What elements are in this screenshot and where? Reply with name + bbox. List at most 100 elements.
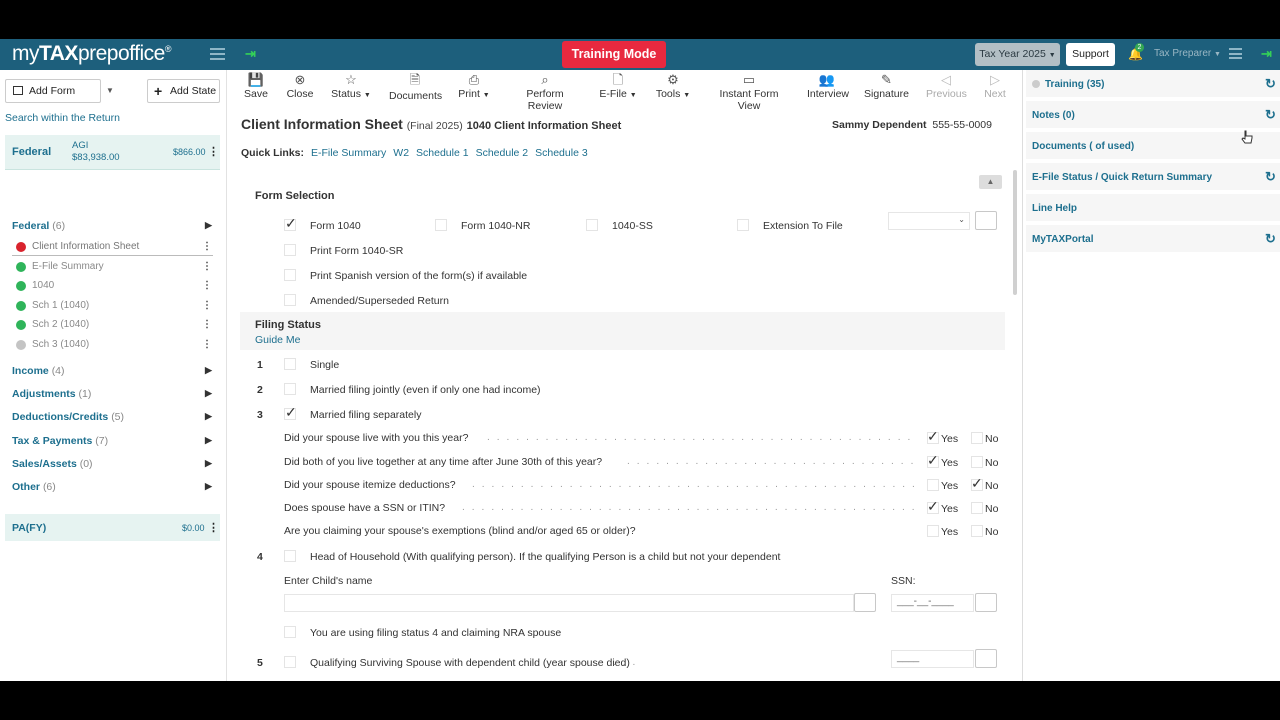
mfj-checkbox[interactable] [284,383,296,395]
pin-icon[interactable]: ⇥ [245,46,256,62]
instant-form-view-button[interactable]: ▭ Instant Form View [709,70,789,112]
q3-yes-checkbox[interactable] [927,479,939,491]
client-identity: Sammy Dependent 555-55-0009 [832,119,992,131]
quick-link-efile-summary[interactable]: E-File Summary [311,147,386,159]
section-tax-payments[interactable]: Tax & Payments (7) ▶ [12,435,212,447]
print-button[interactable]: ⎙ Print ▼ [457,70,491,108]
q1-no-checkbox[interactable] [971,432,983,444]
year-lookup-button[interactable] [975,649,997,668]
notes-panel[interactable]: Notes (0) ↻ [1026,101,1280,130]
gear-icon: ⚙ [667,72,679,87]
print-1040sr-checkbox[interactable] [284,244,296,256]
guide-me-link[interactable]: Guide Me [255,334,301,346]
child-name-input[interactable] [284,594,854,612]
tree-item-efile-summary[interactable]: E-File Summary ⋮ [12,258,213,276]
training-mode-badge[interactable]: Training Mode [562,41,666,68]
form-1040ss-checkbox[interactable] [586,219,598,231]
extension-select[interactable]: ⌄ [888,212,970,230]
signature-button[interactable]: ✎ Signature [864,70,909,108]
spouse-died-year-input[interactable]: ____ [891,650,974,668]
extension-lookup-button[interactable] [975,211,997,230]
pin-right-icon[interactable]: ⇥ [1261,46,1272,62]
mytaxportal-panel[interactable]: MyTAXPortal ↻ [1026,225,1280,254]
section-other[interactable]: Other (6) ▶ [12,481,212,493]
kebab-menu-icon[interactable]: ⋮ [202,297,212,315]
tree-item-client-info[interactable]: Client Information Sheet ⋮ [12,238,213,256]
monitor-icon: ▭ [742,72,756,87]
support-button[interactable]: Support [1066,43,1115,66]
kebab-menu-icon[interactable]: ⋮ [202,316,212,334]
section-income[interactable]: Income (4) ▶ [12,365,212,377]
tree-item-sch1[interactable]: Sch 1 (1040) ⋮ [12,297,213,315]
federal-summary[interactable]: Federal AGI $83,938.00 $866.00 ⋮ [5,135,220,170]
section-adjustments[interactable]: Adjustments (1) ▶ [12,388,212,400]
mouse-cursor-icon [1241,130,1253,144]
section-sales-assets[interactable]: Sales/Assets (0) ▶ [12,458,212,470]
tax-year-dropdown[interactable]: Tax Year 2025 ▼ [975,43,1060,66]
error-status-icon [16,242,26,252]
section-federal[interactable]: Federal (6) ▶ [12,220,212,232]
refresh-icon[interactable]: ↻ [1265,169,1276,185]
form-1040nr-checkbox[interactable] [435,219,447,231]
interview-button[interactable]: 👥 Interview [807,70,849,108]
info-icon [1032,80,1040,88]
child-ssn-lookup-button[interactable] [975,593,997,612]
tree-item-1040[interactable]: 1040 ⋮ [12,277,213,295]
tree-item-sch2[interactable]: Sch 2 (1040) ⋮ [12,316,213,334]
single-checkbox[interactable] [284,358,296,370]
next-button[interactable]: ▷ Next [983,70,1007,108]
menu-right-icon[interactable] [1229,48,1242,59]
print-spanish-checkbox[interactable] [284,269,296,281]
add-form-button[interactable]: Add Form ▼ [5,79,114,103]
efile-button[interactable]: 🗋 E-File ▼ [598,70,638,108]
extension-checkbox[interactable] [737,219,749,231]
nra-spouse-checkbox[interactable] [284,626,296,638]
chevron-down-icon[interactable]: ▼ [100,80,120,102]
menu-icon[interactable] [210,48,225,60]
line-help-panel[interactable]: Line Help [1026,194,1280,223]
collapse-button[interactable]: ▲ [979,175,1002,189]
q5-yes-checkbox[interactable] [927,525,939,537]
q5-no-checkbox[interactable] [971,525,983,537]
refresh-icon[interactable]: ↻ [1265,76,1276,92]
kebab-menu-icon[interactable]: ⋮ [208,145,219,158]
section-deductions-credits[interactable]: Deductions/Credits (5) ▶ [12,411,212,423]
user-menu[interactable]: Tax Preparer ▼ [1154,48,1221,59]
pa-summary[interactable]: PA(FY) $0.00 ⋮ [5,514,220,541]
search-within-return-link[interactable]: Search within the Return [5,112,120,124]
kebab-menu-icon[interactable]: ⋮ [202,336,212,354]
refresh-icon[interactable]: ↻ [1265,231,1276,247]
previous-button[interactable]: ◁ Previous [926,70,967,108]
q4-no-checkbox[interactable] [971,502,983,514]
refresh-icon[interactable]: ↻ [1265,107,1276,123]
child-ssn-input[interactable]: ___-__-____ [891,594,974,612]
form-scrollbar[interactable] [1013,170,1017,295]
amended-checkbox[interactable] [284,294,296,306]
training-panel[interactable]: Training (35) ↻ [1026,70,1280,99]
qss-checkbox[interactable] [284,656,296,668]
filing-status-title: Filing Status [255,319,321,331]
save-button[interactable]: 💾 Save [241,70,271,108]
documents-button[interactable]: 🗎 Documents [389,70,442,108]
quick-link-schedule-1[interactable]: Schedule 1 [416,147,469,159]
hoh-checkbox[interactable] [284,550,296,562]
tools-button[interactable]: ⚙ Tools ▼ [655,70,691,108]
q2-no-checkbox[interactable] [971,456,983,468]
quick-links: Quick Links: E-File Summary W2 Schedule 1 Sc… [241,147,588,159]
quick-link-schedule-2[interactable]: Schedule 2 [476,147,529,159]
chevron-right-icon: ▶ [205,435,212,445]
app-logo[interactable]: myTAXprepoffice® [12,42,171,66]
tree-item-sch3[interactable]: Sch 3 (1040) ⋮ [12,336,213,354]
kebab-menu-icon[interactable]: ⋮ [202,277,212,295]
efile-status-panel[interactable]: E-File Status / Quick Return Summary ↻ [1026,163,1280,192]
perform-review-button[interactable]: ⌕ Perform Review [509,70,581,112]
kebab-menu-icon[interactable]: ⋮ [202,258,212,276]
child-name-lookup-button[interactable] [854,593,876,612]
status-button[interactable]: ☆ Status ▼ [330,70,372,108]
kebab-menu-icon[interactable]: ⋮ [202,238,212,256]
add-state-button[interactable]: + Add State [147,79,220,103]
quick-link-schedule-3[interactable]: Schedule 3 [535,147,588,159]
kebab-menu-icon[interactable]: ⋮ [208,521,219,534]
close-button[interactable]: ⊗ Close [284,70,316,108]
quick-link-w2[interactable]: W2 [393,147,409,159]
